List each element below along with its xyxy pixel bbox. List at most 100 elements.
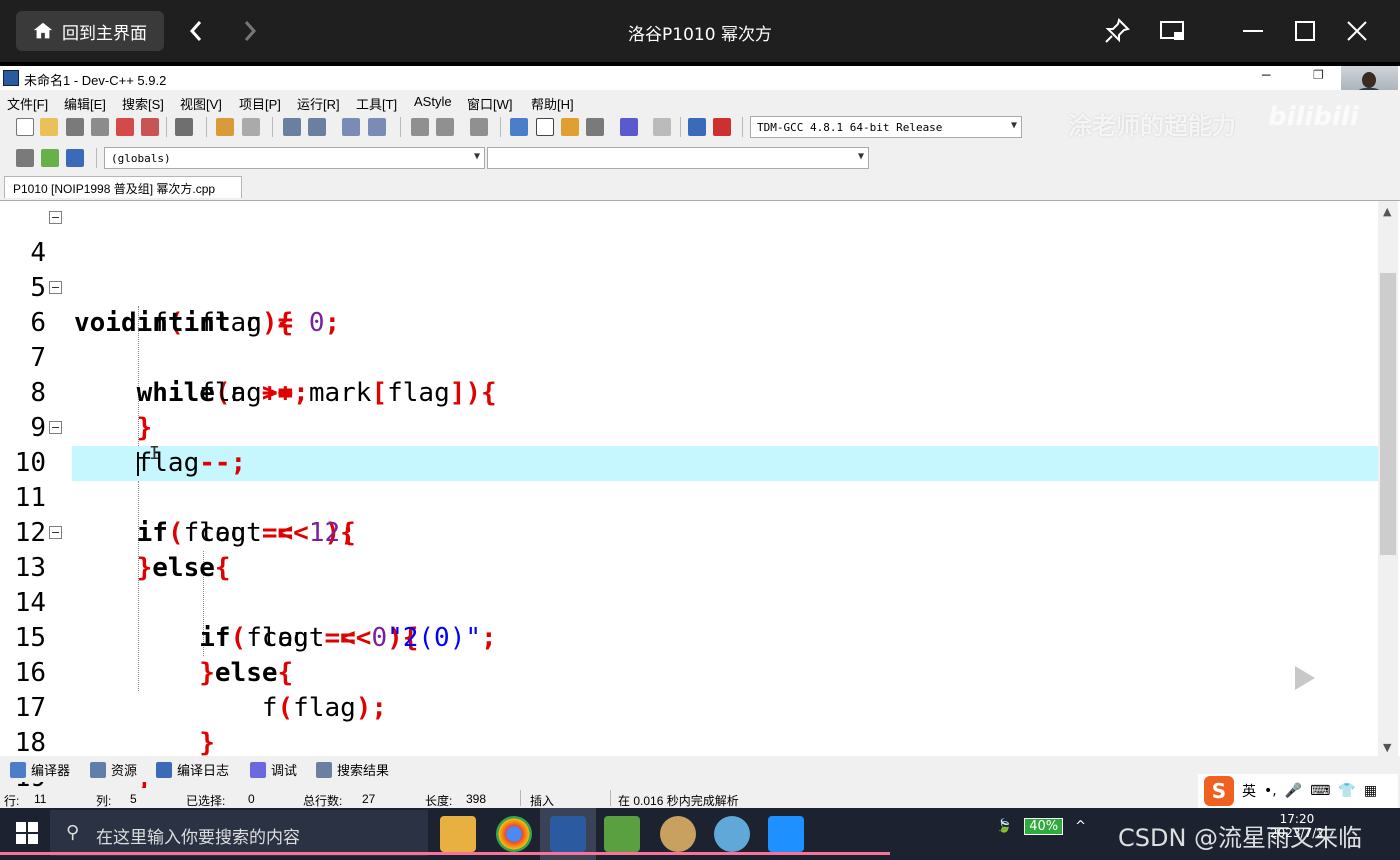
play-button-overlay-icon[interactable]	[1255, 646, 1349, 710]
battery-indicator[interactable]: 40%	[1024, 818, 1064, 835]
devcpp-icon[interactable]	[550, 816, 586, 852]
fold-toggle-icon[interactable]	[49, 421, 62, 434]
open-file-icon[interactable]	[40, 118, 58, 136]
file-tab[interactable]: P1010 [NOIP1998 普及组] 幂次方.cpp	[4, 176, 242, 198]
toggle-bookmark-icon[interactable]	[411, 118, 429, 136]
replace-icon[interactable]	[308, 118, 326, 136]
goto-icon[interactable]	[41, 149, 59, 167]
compiler-select[interactable]: TDM-GCC 4.8.1 64-bit Release ▼	[750, 116, 1022, 138]
keyboard-icon[interactable]: ⌨	[1310, 783, 1330, 799]
sogou-icon[interactable]: S	[1204, 776, 1234, 806]
menu-tools[interactable]: 工具[T]	[356, 94, 397, 113]
profile-icon[interactable]	[688, 118, 706, 136]
code-line: 4 void f(int n){	[0, 201, 1376, 338]
code-line: 7 flag++;	[0, 306, 1376, 408]
pin-icon[interactable]	[1102, 16, 1132, 46]
print-icon[interactable]	[175, 118, 193, 136]
code-line: 5 int flag = 0;	[0, 236, 1376, 338]
taskbar-clock[interactable]: 17:20 2023/7/2	[1270, 812, 1324, 840]
notes-app-icon[interactable]	[604, 816, 640, 852]
scroll-up-icon[interactable]: ▲	[1383, 205, 1391, 218]
save-all-icon[interactable]	[91, 118, 109, 136]
video-progress-bar[interactable]	[0, 852, 890, 855]
taskbar-search[interactable]: ⚲ 在这里输入你要搜索的内容	[50, 810, 428, 856]
tab-resources[interactable]: 资源	[90, 760, 137, 779]
chevron-up-icon[interactable]: ^	[1075, 819, 1086, 834]
code-line: 10 if(flag == 1){	[0, 411, 1376, 548]
compile-icon[interactable]	[510, 118, 528, 136]
microphone-icon[interactable]: 🎤	[1285, 783, 1302, 799]
scrollbar-thumb[interactable]	[1380, 273, 1396, 555]
code-editor[interactable]: 4 void f(int n){ 5 int flag = 0; 6 while…	[0, 200, 1400, 828]
tab-compiler[interactable]: 编译器	[10, 760, 70, 779]
punctuation-icon[interactable]: •,	[1264, 783, 1277, 799]
unindent-icon[interactable]	[368, 118, 386, 136]
compile-run-icon[interactable]	[561, 118, 579, 136]
tab-compile-log[interactable]: 编译日志	[156, 760, 229, 779]
window-minimize-icon[interactable]: ─	[1262, 68, 1270, 84]
window-restore-icon[interactable]: ❐	[1313, 68, 1324, 82]
menu-search[interactable]: 搜索[S]	[122, 94, 164, 113]
find-icon[interactable]	[283, 118, 301, 136]
back-arrow-icon[interactable]	[182, 16, 212, 46]
maximize-icon[interactable]	[1290, 16, 1320, 46]
vertical-scrollbar[interactable]: ▲ ▼	[1378, 201, 1398, 757]
syntax-check-icon[interactable]	[620, 118, 638, 136]
menu-run[interactable]: 运行[R]	[297, 94, 340, 113]
forward-arrow-icon[interactable]	[234, 16, 264, 46]
fold-toggle-icon[interactable]	[49, 526, 62, 539]
leaf-icon[interactable]: 🍃	[996, 819, 1012, 834]
ime-language[interactable]: 英	[1242, 781, 1256, 801]
status-total-lines-label: 总行数:	[303, 794, 343, 808]
stop-icon[interactable]	[653, 118, 671, 136]
status-selected-label: 已选择:	[186, 794, 226, 808]
menu-astyle[interactable]: AStyle	[414, 94, 452, 109]
menu-view[interactable]: 视图[V]	[180, 94, 222, 113]
grid-menu-icon[interactable]: ▦	[1364, 783, 1377, 799]
menu-help[interactable]: 帮助[H]	[531, 94, 574, 113]
member-select[interactable]: ▼	[487, 147, 869, 169]
menu-file[interactable]: 文件[F]	[7, 94, 48, 113]
menu-window[interactable]: 窗口[W]	[467, 94, 513, 113]
scroll-down-icon[interactable]: ▼	[1383, 741, 1391, 754]
compiler-select-value: TDM-GCC 4.8.1 64-bit Release	[757, 121, 943, 134]
file-explorer-icon[interactable]	[440, 816, 476, 852]
menu-project[interactable]: 项目[P]	[239, 94, 281, 113]
goto-bookmark-icon[interactable]	[436, 118, 454, 136]
save-icon[interactable]	[66, 118, 84, 136]
tab-search-results[interactable]: 搜索结果	[316, 760, 389, 779]
redo-icon[interactable]	[242, 118, 260, 136]
rebuild-icon[interactable]	[586, 118, 604, 136]
skin-icon[interactable]: 👕	[1338, 783, 1355, 799]
close-file-icon[interactable]	[116, 118, 134, 136]
delete-profile-icon[interactable]	[713, 118, 731, 136]
tab-resources-label: 资源	[111, 763, 138, 778]
code-line: 11 cout << 2;	[0, 446, 1376, 548]
tab-debug[interactable]: 调试	[250, 760, 297, 779]
comment-icon[interactable]	[470, 118, 488, 136]
cloud-app-icon[interactable]	[768, 816, 804, 852]
taskbar-search-placeholder: 在这里输入你要搜索的内容	[96, 828, 300, 848]
picture-in-picture-icon[interactable]	[1158, 16, 1188, 46]
fold-toggle-icon[interactable]	[49, 211, 62, 224]
close-icon[interactable]	[1342, 16, 1372, 46]
search-icon	[316, 761, 332, 778]
scope-select[interactable]: (globals) ▼	[104, 147, 485, 169]
windows-start-icon[interactable]	[16, 822, 38, 844]
class-browser-icon[interactable]	[66, 149, 84, 167]
menu-edit[interactable]: 编辑[E]	[64, 94, 106, 113]
app-flower-icon[interactable]	[714, 816, 750, 852]
minimize-icon[interactable]	[1238, 16, 1268, 46]
fold-toggle-icon[interactable]	[49, 281, 62, 294]
run-icon[interactable]	[536, 118, 554, 136]
home-button[interactable]: 回到主界面	[16, 11, 164, 51]
chrome-icon[interactable]	[496, 816, 532, 852]
code-line: 13 if(flag == 0){	[0, 516, 1376, 653]
insert-icon[interactable]	[16, 149, 34, 167]
new-file-icon[interactable]	[16, 118, 34, 136]
indent-icon[interactable]	[342, 118, 360, 136]
undo-icon[interactable]	[216, 118, 234, 136]
paint-icon[interactable]	[660, 816, 696, 852]
close-all-icon[interactable]	[141, 118, 159, 136]
devcpp-app-icon	[3, 70, 19, 86]
